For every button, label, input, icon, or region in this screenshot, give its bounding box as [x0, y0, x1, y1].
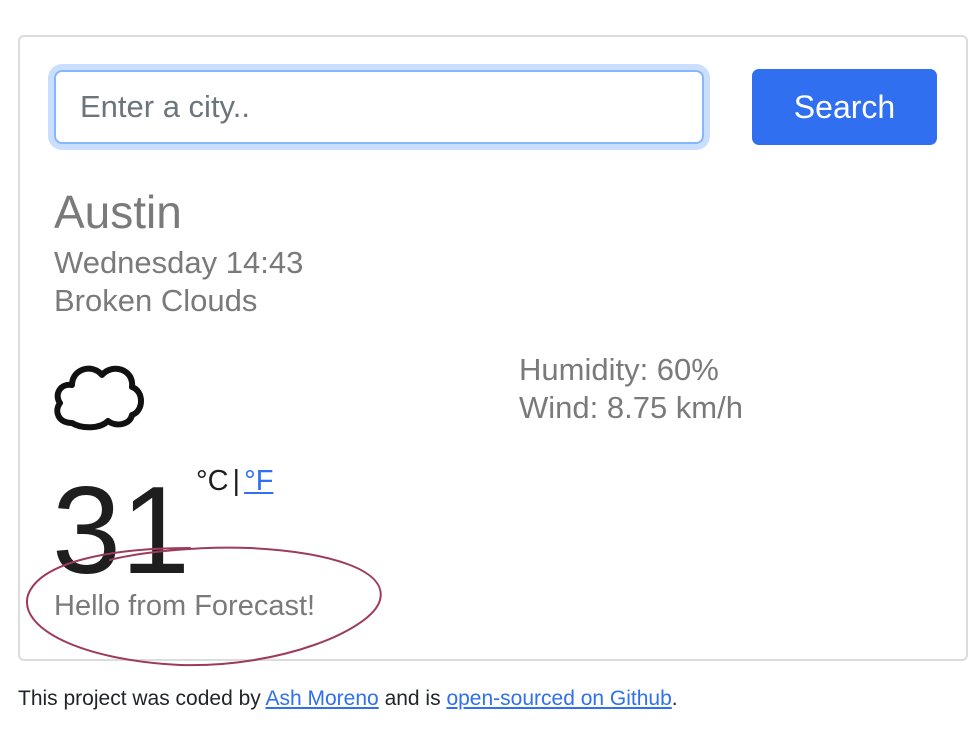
- footer-text-middle: and is: [384, 687, 441, 710]
- weather-card: Search Austin Wednesday 14:43 Broken Clo…: [18, 35, 968, 661]
- search-button[interactable]: Search: [752, 69, 937, 145]
- weather-description: Broken Clouds: [54, 283, 258, 318]
- github-link[interactable]: open-sourced on Github: [446, 687, 671, 710]
- hello-message: Hello from Forecast!: [54, 590, 316, 622]
- city-name: Austin: [54, 186, 182, 238]
- unit-separator: |: [232, 465, 241, 497]
- footer-text-after: .: [671, 687, 678, 710]
- temperature-units: °C | °F: [196, 467, 273, 496]
- fahrenheit-link[interactable]: °F: [244, 465, 273, 497]
- footer-credits: This project was coded by Ash Moreno and…: [18, 686, 678, 711]
- date-time: Wednesday 14:43: [54, 245, 304, 280]
- wind-text: Wind: 8.75 km/h: [519, 390, 743, 425]
- temperature-value: 31: [52, 462, 190, 600]
- author-link[interactable]: Ash Moreno: [265, 687, 378, 710]
- cloud-icon: [54, 365, 144, 431]
- footer-text-before: This project was coded by: [18, 687, 261, 710]
- humidity-text: Humidity: 60%: [519, 352, 719, 387]
- celsius-label: °C: [196, 465, 229, 497]
- city-search-input[interactable]: [54, 70, 704, 144]
